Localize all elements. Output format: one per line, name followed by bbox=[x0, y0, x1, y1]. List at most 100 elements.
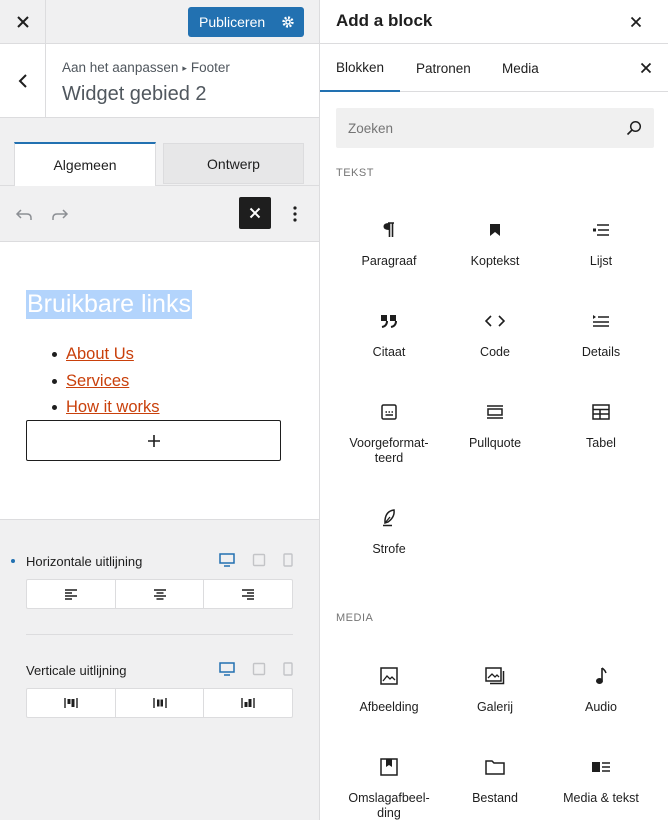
inserter-header: Add a block bbox=[320, 0, 668, 44]
desktop-icon[interactable] bbox=[219, 552, 235, 568]
close-icon bbox=[630, 16, 642, 28]
align-right-button[interactable] bbox=[204, 580, 292, 608]
block-file[interactable]: Bestand bbox=[445, 755, 545, 806]
tablet-icon[interactable] bbox=[251, 661, 267, 677]
block-list[interactable]: Lijst bbox=[551, 218, 651, 269]
block-label: Details bbox=[581, 345, 621, 359]
preformatted-icon bbox=[339, 400, 439, 424]
block-verse[interactable]: Strofe bbox=[339, 506, 439, 557]
alignment-settings: Horizontale uitlijning Verticale uitlijn… bbox=[0, 521, 319, 820]
block-label: Bestand bbox=[472, 791, 518, 805]
align-center-button[interactable] bbox=[116, 580, 205, 608]
block-label: Lijst bbox=[589, 254, 613, 268]
link-services[interactable]: Services bbox=[66, 372, 129, 390]
back-button[interactable] bbox=[0, 44, 46, 117]
block-label-line1: Omslagafbeel- bbox=[348, 791, 430, 805]
block-pullquote[interactable]: Pullquote bbox=[445, 400, 545, 451]
justify-top-icon bbox=[64, 698, 78, 708]
align-left-button[interactable] bbox=[27, 580, 116, 608]
cover-icon bbox=[339, 755, 439, 779]
image-icon bbox=[339, 664, 439, 688]
block-preformatted[interactable]: Voorgeformat-teerd bbox=[339, 400, 439, 466]
block-label: Koptekst bbox=[470, 254, 520, 268]
close-inserter-button[interactable] bbox=[239, 197, 271, 229]
close-icon bbox=[249, 207, 261, 219]
block-label: Citaat bbox=[372, 345, 406, 359]
block-label: Media & tekst bbox=[563, 791, 639, 805]
block-label: Audio bbox=[585, 700, 617, 714]
breadcrumb-parent: Aan het aanpassen bbox=[62, 60, 179, 75]
block-label: Strofe bbox=[372, 542, 406, 556]
justify-top-button[interactable] bbox=[27, 689, 116, 717]
block-inserter: Add a block Blokken Patronen Media TEKST… bbox=[320, 0, 668, 820]
tab-algemeen[interactable]: Algemeen bbox=[14, 142, 156, 186]
close-customizer-button[interactable] bbox=[0, 0, 46, 43]
link-how-it-works[interactable]: How it works bbox=[66, 398, 160, 416]
block-code[interactable]: Code bbox=[445, 309, 545, 360]
inserter-title: Add a block bbox=[336, 11, 433, 30]
search-input[interactable] bbox=[336, 108, 616, 148]
breadcrumb: Aan het aanpassen ▸ Footer bbox=[62, 60, 230, 75]
publish-button[interactable]: Publiceren bbox=[188, 7, 304, 37]
category-media-label: MEDIA bbox=[336, 612, 374, 624]
block-label: Afbeelding bbox=[359, 700, 419, 714]
block-label: Paragraaf bbox=[361, 254, 417, 268]
block-table[interactable]: Tabel bbox=[551, 400, 651, 451]
customizer-panel: Publiceren Aan het aanpassen ▸ Footer Widg… bbox=[0, 0, 320, 820]
tab-ontwerp[interactable]: Ontwerp bbox=[163, 143, 304, 184]
modified-indicator bbox=[11, 559, 15, 563]
block-details[interactable]: Details bbox=[551, 309, 651, 360]
section-header: Aan het aanpassen ▸ Footer Widget gebied 2 bbox=[0, 44, 319, 118]
justify-bottom-button[interactable] bbox=[204, 689, 292, 717]
table-icon bbox=[551, 400, 651, 424]
close-icon bbox=[16, 15, 29, 28]
block-media-text[interactable]: Media & tekst bbox=[551, 755, 651, 806]
horizontal-alignment-control bbox=[26, 579, 293, 609]
block-label: Omslagafbeel-ding bbox=[339, 791, 439, 820]
block-quote[interactable]: Citaat bbox=[339, 309, 439, 360]
close-inserter-button[interactable] bbox=[624, 10, 648, 34]
add-block-button[interactable] bbox=[26, 420, 281, 461]
block-label: Code bbox=[480, 345, 510, 359]
bookmark-icon bbox=[445, 218, 545, 242]
gallery-icon bbox=[445, 664, 545, 688]
justify-center-button[interactable] bbox=[116, 689, 205, 717]
undo-button[interactable] bbox=[12, 203, 36, 227]
block-audio[interactable]: Audio bbox=[551, 664, 651, 715]
search-icon bbox=[624, 118, 644, 138]
tab-patronen[interactable]: Patronen bbox=[416, 44, 471, 92]
link-about-us[interactable]: About Us bbox=[66, 345, 134, 363]
widget-heading-text: Bruikbare links bbox=[27, 290, 191, 318]
mobile-icon[interactable] bbox=[280, 661, 296, 677]
tab-blokken[interactable]: Blokken bbox=[320, 44, 401, 92]
link-list: About Us Services How it works bbox=[52, 344, 160, 424]
tablet-icon[interactable] bbox=[251, 552, 267, 568]
more-vertical-icon bbox=[293, 206, 297, 222]
close-tabs-button[interactable] bbox=[634, 56, 658, 80]
settings-divider bbox=[26, 634, 293, 635]
more-options-button[interactable] bbox=[284, 202, 306, 226]
list-item: About Us bbox=[52, 344, 160, 371]
audio-icon bbox=[551, 664, 651, 688]
tab-media[interactable]: Media bbox=[502, 44, 539, 92]
vertical-alignment-control bbox=[26, 688, 293, 718]
paragraph-icon bbox=[339, 218, 439, 242]
block-label: Tabel bbox=[586, 436, 616, 450]
desktop-icon[interactable] bbox=[219, 661, 235, 677]
page-title: Widget gebied 2 bbox=[62, 83, 207, 105]
code-icon bbox=[445, 309, 545, 333]
block-label-line2: ding bbox=[377, 806, 401, 820]
block-image[interactable]: Afbeelding bbox=[339, 664, 439, 715]
gear-icon[interactable] bbox=[272, 7, 304, 37]
align-right-icon bbox=[242, 589, 255, 600]
details-icon bbox=[551, 309, 651, 333]
block-cover[interactable]: Omslagafbeel-ding bbox=[339, 755, 439, 820]
block-heading[interactable]: Koptekst bbox=[445, 218, 545, 269]
block-paragraph[interactable]: Paragraaf bbox=[339, 218, 439, 269]
list-icon bbox=[551, 218, 651, 242]
block-gallery[interactable]: Galerij bbox=[445, 664, 545, 715]
redo-button[interactable] bbox=[48, 203, 72, 227]
widget-heading[interactable]: Bruikbare links bbox=[26, 290, 192, 319]
justify-center-icon bbox=[152, 698, 167, 708]
mobile-icon[interactable] bbox=[280, 552, 296, 568]
